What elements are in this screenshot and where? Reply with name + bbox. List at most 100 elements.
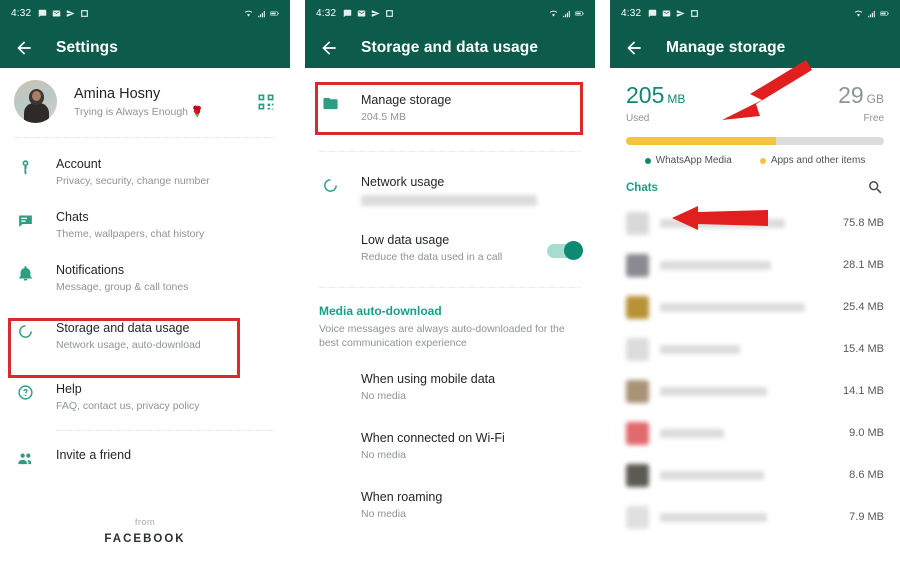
media-auto-download-description: Voice messages are always auto-downloade… xyxy=(319,323,565,349)
low-data-usage-row[interactable]: Low data usage Reduce the data used in a… xyxy=(305,217,595,275)
status-bar: 4:32 xyxy=(0,0,290,27)
storage-used-value-group: 205 MB xyxy=(626,82,685,112)
low-data-usage-subtitle: Reduce the data used in a call xyxy=(361,251,503,263)
chat-name-redacted xyxy=(660,470,839,480)
mail-icon xyxy=(663,10,671,17)
sidebar-item-account[interactable]: Account Privacy, security, change number xyxy=(0,146,290,199)
arrow-left-icon[interactable] xyxy=(319,38,339,58)
storage-used-caption: Used xyxy=(626,113,650,124)
storage-free-unit: GB xyxy=(866,92,884,106)
wifi-icon xyxy=(244,10,253,17)
legend-label: WhatsApp Media xyxy=(655,155,732,166)
avatar[interactable] xyxy=(14,80,57,123)
chat-size-label: 15.4 MB xyxy=(843,343,884,355)
media-option-subtitle: No media xyxy=(361,508,406,520)
folder-icon xyxy=(319,95,341,112)
chat-name-redacted xyxy=(660,512,839,522)
media-option-title: When roaming xyxy=(361,490,443,504)
chat-avatar xyxy=(626,463,649,487)
storage-used-value: 205 xyxy=(626,82,665,108)
sidebar-item-subtitle: Message, group & call tones xyxy=(56,281,189,293)
network-usage-row[interactable]: Network usage xyxy=(305,164,595,217)
chat-storage-row[interactable]: 75.8 MB xyxy=(610,202,900,244)
status-bar-time: 4:32 xyxy=(316,8,337,19)
arrow-left-icon[interactable] xyxy=(14,38,34,58)
profile-status: Trying is Always Enough 🌹 xyxy=(74,105,204,118)
status-bar-time: 4:32 xyxy=(11,8,32,19)
chat-avatar xyxy=(626,253,649,277)
footer-from-label: from xyxy=(134,517,156,528)
storage-bar-track xyxy=(626,137,884,145)
profile-row[interactable]: Amina Hosny Trying is Always Enough 🌹 xyxy=(0,68,290,137)
sidebar-item-invite-a-friend[interactable]: Invite a friend xyxy=(0,437,290,478)
chat-storage-row[interactable]: 7.9 MB xyxy=(610,496,900,538)
sidebar-item-subtitle: Theme, wallpapers, chat history xyxy=(56,228,205,240)
legend-item-whatsapp-media: WhatsApp Media xyxy=(644,155,732,166)
sidebar-item-subtitle: Privacy, security, change number xyxy=(56,175,210,187)
qr-code-icon[interactable] xyxy=(256,92,276,112)
media-option-subtitle: No media xyxy=(361,390,406,402)
wifi-icon xyxy=(549,10,558,17)
sidebar-item-title: Invite a friend xyxy=(56,448,132,462)
profile-info: Amina Hosny Trying is Always Enough 🌹 xyxy=(74,85,256,119)
status-bar: 4:32 xyxy=(305,0,595,27)
sidebar-item-notifications[interactable]: Notifications Message, group & call tone… xyxy=(0,252,290,305)
page-title: Manage storage xyxy=(666,38,786,56)
manage-storage-row[interactable]: Manage storage 204.5 MB xyxy=(305,82,595,135)
chat-avatar xyxy=(626,211,649,235)
storage-legend: WhatsApp Media Apps and other items xyxy=(610,155,900,166)
chat-name-redacted xyxy=(660,344,833,354)
sidebar-item-title: Account xyxy=(56,157,102,171)
telegram-send-icon xyxy=(677,10,685,17)
panel-gutter-2 xyxy=(595,0,610,567)
media-option-roaming[interactable]: When roaming No media xyxy=(305,484,595,527)
battery-icon xyxy=(575,11,584,16)
cellular-signal-icon xyxy=(563,10,570,18)
storage-free-value: 29 xyxy=(838,82,864,108)
footer-branding: from FACEBOOK xyxy=(0,517,290,545)
manage-storage-subtitle: 204.5 MB xyxy=(361,111,406,123)
storage-free-value-group: 29 GB xyxy=(838,82,884,112)
low-data-usage-title: Low data usage xyxy=(361,233,450,247)
status-bar-right-icons xyxy=(854,9,889,18)
chat-avatar xyxy=(626,337,649,361)
chat-name-redacted xyxy=(660,302,833,312)
screenshot-icon xyxy=(386,10,394,17)
chat-bubble-icon xyxy=(649,9,657,18)
sidebar-item-title: Chats xyxy=(56,210,89,224)
sidebar-item-storage-and-data-usage[interactable]: Storage and data usage Network usage, au… xyxy=(0,305,290,368)
media-option-mobile-data[interactable]: When using mobile data No media xyxy=(305,366,595,409)
chat-size-label: 25.4 MB xyxy=(843,301,884,313)
sidebar-item-title: Notifications xyxy=(56,263,125,277)
legend-item-apps-and-other: Apps and other items xyxy=(759,155,865,166)
low-data-usage-toggle[interactable] xyxy=(547,240,583,260)
people-icon xyxy=(14,450,36,467)
chat-storage-row[interactable]: 8.6 MB xyxy=(610,454,900,496)
sidebar-item-help[interactable]: Help FAQ, contact us, privacy policy xyxy=(0,368,290,424)
chat-avatar xyxy=(626,379,649,403)
chats-section-label: Chats xyxy=(626,181,658,194)
chat-storage-row[interactable]: 25.4 MB xyxy=(610,286,900,328)
media-option-wifi[interactable]: When connected on Wi-Fi No media xyxy=(305,425,595,468)
chat-storage-row[interactable]: 14.1 MB xyxy=(610,370,900,412)
storage-bar-fill xyxy=(626,137,776,145)
chat-storage-row[interactable]: 15.4 MB xyxy=(610,328,900,370)
manage-storage-title: Manage storage xyxy=(361,93,452,107)
chat-storage-row[interactable]: 28.1 MB xyxy=(610,244,900,286)
three-panel-screenshot-strip: 4:32 Settings Amina Hosny Trying is Alwa… xyxy=(0,0,900,567)
telegram-send-icon xyxy=(67,10,75,17)
mail-icon xyxy=(53,10,61,17)
data-usage-icon xyxy=(14,323,36,340)
chat-size-label: 7.9 MB xyxy=(849,511,884,523)
telegram-send-icon xyxy=(372,10,380,17)
status-bar-left-icons xyxy=(648,9,854,18)
panel-gutter-1 xyxy=(290,0,305,567)
chat-storage-row[interactable]: 9.0 MB xyxy=(610,412,900,454)
sidebar-item-chats[interactable]: Chats Theme, wallpapers, chat history xyxy=(0,199,290,252)
profile-name: Amina Hosny xyxy=(74,85,161,102)
battery-icon xyxy=(880,11,889,16)
search-icon[interactable] xyxy=(867,179,884,196)
manage-storage-divider xyxy=(319,151,581,152)
arrow-left-icon[interactable] xyxy=(624,38,644,58)
chat-name-redacted xyxy=(660,428,839,438)
